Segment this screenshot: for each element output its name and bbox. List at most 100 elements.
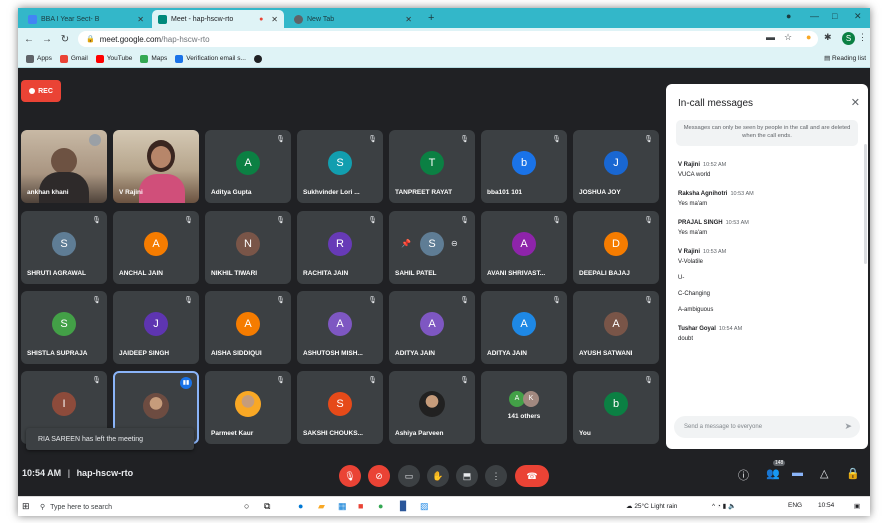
participant-tile[interactable]: 🎙 S SAKSHI CHOUKS... <box>297 371 383 444</box>
chat-message-input[interactable]: Send a message to everyone ➤ <box>674 416 860 438</box>
participant-tile[interactable]: 🎙 Parmeet Kaur <box>205 371 291 444</box>
notification-icon[interactable]: ▣ <box>854 502 860 510</box>
participant-tile[interactable]: 🎙 S 📌 ⊖ SAHIL PATEL <box>389 211 475 284</box>
tab-bba-section[interactable]: BBA I Year Sect- B ✕ <box>22 10 150 28</box>
chat-icon[interactable]: ▬ <box>792 467 803 479</box>
windows-start-icon[interactable]: ⊞ <box>22 501 30 512</box>
close-icon[interactable]: ✕ <box>405 15 412 24</box>
cortana-icon[interactable]: ○ <box>244 501 249 511</box>
weather-widget[interactable]: ☁ 25°C Light rain <box>626 502 677 510</box>
pin-icon[interactable]: 📌 <box>401 239 411 248</box>
mic-off-icon: 🎙 <box>92 217 101 224</box>
tab-meet[interactable]: Meet - hap-hscw-rto ● ✕ <box>152 10 284 28</box>
bookmark-apps[interactable]: Apps <box>26 54 52 63</box>
activities-icon[interactable]: △ <box>820 467 828 480</box>
send-icon[interactable]: ➤ <box>844 421 852 432</box>
forward-icon[interactable]: → <box>38 34 56 45</box>
store-icon[interactable]: ▦ <box>338 501 347 512</box>
participant-tile[interactable]: 🎙 R RACHITA JAIN <box>297 211 383 284</box>
participant-tile[interactable]: 🎙 S SHISTLA SUPRAJA <box>21 291 107 364</box>
tab-new[interactable]: New Tab ✕ <box>288 10 418 28</box>
participant-tile[interactable]: 🎙 A Aditya Gupta <box>205 130 291 203</box>
clock[interactable]: 10:54 <box>818 502 834 509</box>
recording-badge[interactable]: REC <box>21 80 61 102</box>
menu-kebab-icon[interactable]: ⋮ <box>858 32 867 43</box>
participant-tile[interactable]: 🎙 b bba101 101 <box>481 130 567 203</box>
close-window-icon[interactable]: ✕ <box>854 11 862 22</box>
tab-search-icon[interactable]: ● <box>786 11 791 21</box>
participant-name: V Rajini <box>119 189 143 196</box>
close-icon[interactable]: ✕ <box>271 15 278 24</box>
participant-tile[interactable]: 🎙 A ADITYA JAIN <box>481 291 567 364</box>
language-indicator[interactable]: ENG <box>788 502 802 509</box>
bookmark-star-icon[interactable]: ☆ <box>784 32 792 43</box>
participant-tile[interactable]: 🎙 S Sukhvinder Lori ... <box>297 130 383 203</box>
camera-toggle-button[interactable]: ⊘ <box>368 465 390 487</box>
tile-hover-controls[interactable]: 📌 ⊖ <box>401 239 458 248</box>
reading-list-button[interactable]: ▤ Reading list <box>824 54 866 62</box>
captions-button[interactable]: ▭ <box>398 465 420 487</box>
camera-icon[interactable]: ▬ <box>766 32 775 42</box>
bookmark-maps[interactable]: Maps <box>140 54 167 63</box>
participant-tile[interactable]: 🎙 D DEEPALI BAJAJ <box>573 211 659 284</box>
chrome-icon[interactable]: ● <box>378 501 383 511</box>
participant-tile[interactable]: 🎙 Ashiya Parveen <box>389 371 475 444</box>
people-icon[interactable]: 👥 <box>766 467 780 480</box>
address-bar[interactable]: 🔒 meet.google.com /hap-hscw-rto <box>78 31 818 47</box>
participant-tile[interactable]: 🎙 A AISHA SIDDIQUI <box>205 291 291 364</box>
back-icon[interactable]: ← <box>20 34 38 45</box>
extensions-puzzle-icon[interactable]: ✱ <box>824 32 832 43</box>
participant-tile[interactable]: 🎙 J JOSHUA JOY <box>573 130 659 203</box>
participant-tile[interactable]: 🎙 A AYUSH SATWANI <box>573 291 659 364</box>
participant-name: You <box>579 430 591 437</box>
edge-icon[interactable]: ● <box>298 501 303 511</box>
meeting-details-icon[interactable]: ⓘ <box>738 467 749 483</box>
reload-icon[interactable]: ↻ <box>56 34 74 45</box>
present-button[interactable]: ⬒ <box>456 465 478 487</box>
more-options-button[interactable]: ⋮ <box>485 465 507 487</box>
leave-call-button[interactable]: ☎ <box>515 465 549 487</box>
minimize-icon[interactable]: — <box>810 11 819 21</box>
participant-tile[interactable]: 🎙 A ANCHAL JAIN <box>113 211 199 284</box>
new-tab-button[interactable]: + <box>428 12 434 24</box>
participant-tile[interactable]: 🎙 S SHRUTI AGRAWAL <box>21 211 107 284</box>
raise-hand-button[interactable]: ✋ <box>427 465 449 487</box>
participant-tile[interactable]: 🎙 A ASHUTOSH MISH... <box>297 291 383 364</box>
profile-avatar[interactable]: S <box>842 32 855 45</box>
participant-tile[interactable]: 🎙 A AVANI SHRIVAST... <box>481 211 567 284</box>
participant-tile[interactable]: 🎙 b You <box>573 371 659 444</box>
participant-tile[interactable]: V Rajini <box>113 130 199 203</box>
maximize-icon[interactable]: □ <box>832 11 837 21</box>
bookmark-youtube[interactable]: YouTube <box>95 54 132 63</box>
bookmark-extra[interactable] <box>253 54 262 63</box>
extension-icon[interactable]: ● <box>806 32 811 42</box>
tray-icons[interactable]: ^ ◔ ▮ 🔈 <box>712 502 736 510</box>
participant-tile[interactable]: ankhan khani <box>21 130 107 203</box>
close-icon[interactable]: ✕ <box>137 15 144 24</box>
message-time: 10:53 AM <box>703 249 727 255</box>
taskbar-search[interactable]: ⚲ Type here to search <box>40 499 230 515</box>
office-icon[interactable]: ■ <box>358 501 363 511</box>
photos-icon[interactable]: ▨ <box>420 501 429 512</box>
chat-message: PRAJAL SINGH 10:53 AM Yes ma'am <box>678 220 858 236</box>
task-view-icon[interactable]: ⧉ <box>264 501 270 512</box>
participant-tile[interactable]: 🎙 J JAIDEEP SINGH <box>113 291 199 364</box>
participant-tile[interactable]: 🎙 N NIKHIL TIWARI <box>205 211 291 284</box>
participant-tile[interactable]: 🎙 T TANPREET RAYAT <box>389 130 475 203</box>
bookmark-gmail[interactable]: Gmail <box>59 54 88 63</box>
mic-toggle-button[interactable]: 🎙 <box>339 465 361 487</box>
reading-list-icon: ▤ <box>824 55 833 62</box>
windows-taskbar: ⊞ ⚲ Type here to search ○ ⧉ ● ▰ ▦ ■ ● ▉ … <box>18 496 870 516</box>
word-icon[interactable]: ▉ <box>400 501 407 512</box>
participant-name: ANCHAL JAIN <box>119 270 163 277</box>
bookmark-verification[interactable]: Verification email s... <box>175 54 246 63</box>
camera-off-icon: ⊘ <box>375 471 383 481</box>
file-explorer-icon[interactable]: ▰ <box>318 501 325 512</box>
remove-icon[interactable]: ⊖ <box>451 239 458 248</box>
chat-input-placeholder: Send a message to everyone <box>684 424 763 430</box>
participant-tile[interactable]: A K 141 others <box>481 371 567 444</box>
chat-scrollbar[interactable] <box>864 144 867 264</box>
participant-tile[interactable]: 🎙 A ADITYA JAIN <box>389 291 475 364</box>
host-controls-icon[interactable]: 🔒 <box>846 467 860 480</box>
close-icon[interactable]: ✕ <box>851 96 860 109</box>
